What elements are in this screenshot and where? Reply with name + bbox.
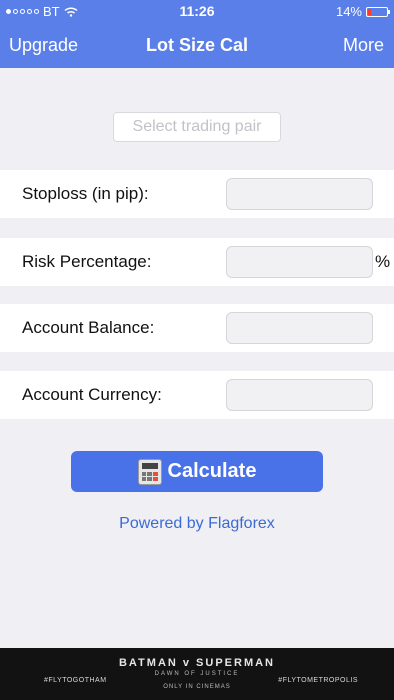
account-currency-input[interactable] — [226, 379, 373, 411]
calculate-button[interactable]: Calculate — [71, 451, 323, 492]
calculate-label: Calculate — [167, 460, 257, 482]
powered-by-link[interactable]: Powered by Flagforex — [0, 515, 394, 533]
percent-suffix: % — [375, 252, 391, 271]
select-trading-pair-button[interactable]: Select trading pair — [113, 112, 281, 142]
ad-title: BATMAN v SUPERMAN — [118, 657, 276, 669]
calculator-icon — [137, 458, 162, 485]
balance-label: Account Balance: — [22, 318, 155, 337]
stoploss-label: Stoploss (in pip): — [22, 184, 149, 203]
ad-bottom-text: ONLY IN CINEMAS — [163, 684, 231, 690]
upgrade-button[interactable]: Upgrade — [9, 35, 78, 56]
battery-percent: 14% — [335, 4, 362, 19]
battery-icon — [366, 6, 390, 17]
status-time: 11:26 — [179, 3, 215, 19]
status-bar: BT 11:26 14% — [0, 0, 394, 22]
account-balance-input[interactable] — [226, 312, 373, 344]
status-right: 14% — [335, 4, 390, 19]
currency-row: Account Currency: — [0, 371, 394, 419]
stoploss-input[interactable] — [226, 178, 373, 210]
stoploss-row: Stoploss (in pip): — [0, 170, 394, 218]
risk-percentage-input[interactable] — [226, 246, 373, 278]
nav-bar: Upgrade Lot Size Cal More — [0, 22, 394, 68]
risk-row: Risk Percentage: % — [0, 238, 394, 286]
ad-center: BATMAN v SUPERMAN DAWN OF JUSTICE ONLY I… — [0, 657, 394, 690]
currency-label: Account Currency: — [22, 385, 162, 404]
balance-row: Account Balance: — [0, 304, 394, 352]
more-button[interactable]: More — [343, 35, 384, 56]
ad-right-tag: #FLYTOMETROPOLIS — [278, 677, 358, 684]
header-bar: BT 11:26 14% Upgrade Lot Size Cal More — [0, 0, 394, 68]
ad-banner[interactable]: #FLYTOGOTHAM BATMAN v SUPERMAN DAWN OF J… — [0, 648, 394, 700]
risk-label: Risk Percentage: — [22, 252, 152, 271]
